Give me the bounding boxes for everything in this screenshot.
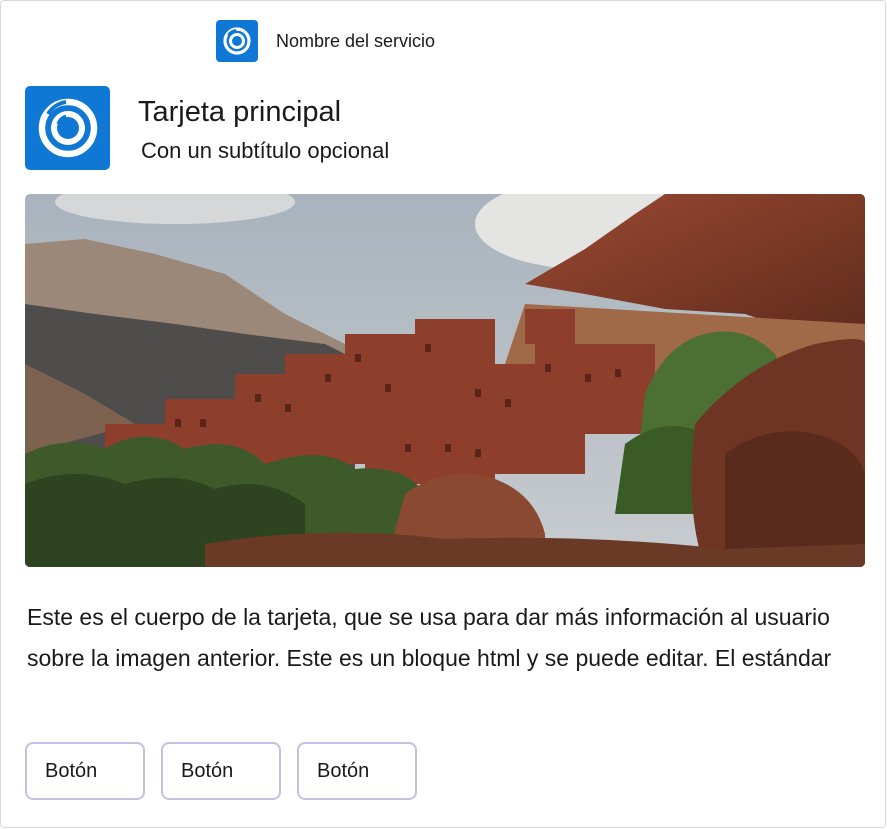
card-header: Tarjeta principal Con un subtítulo opcio… (25, 86, 389, 170)
card: Nombre del servicio Tarjeta principal Co… (0, 0, 886, 828)
card-subtitle: Con un subtítulo opcional (141, 138, 390, 163)
action-button-2[interactable]: Botón (161, 742, 281, 800)
card-body: Este es el cuerpo de la tarjeta, que se … (27, 604, 832, 671)
action-button-3[interactable]: Botón (297, 742, 417, 800)
action-button-1[interactable]: Botón (25, 742, 145, 800)
action-buttons: Botón Botón Botón (25, 742, 417, 800)
service-name: Nombre del servicio (276, 30, 436, 51)
service-logo-icon (216, 20, 258, 62)
service-header: Nombre del servicio (216, 19, 435, 63)
card-header-text: Tarjeta principal Con un subtítulo opcio… (138, 94, 389, 164)
card-logo-icon (25, 86, 110, 170)
card-title: Tarjeta principal (138, 96, 342, 128)
hero-image (25, 194, 865, 567)
